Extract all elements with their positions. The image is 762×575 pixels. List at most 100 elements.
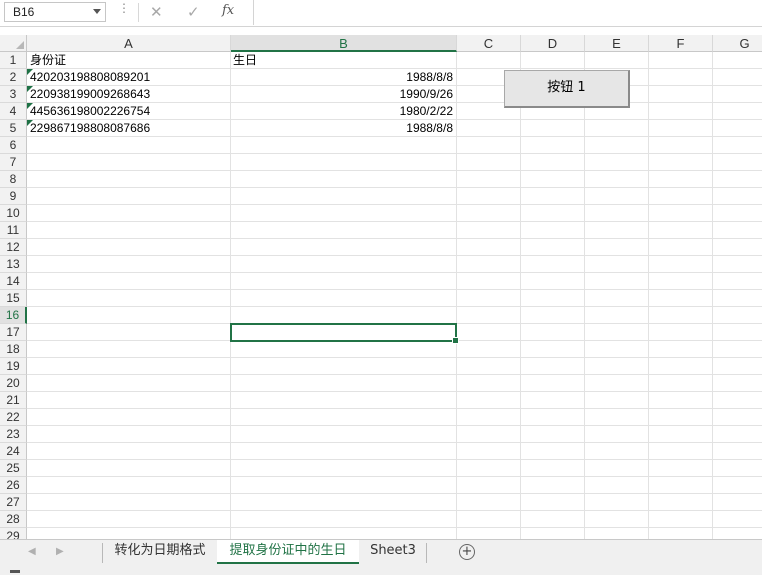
gridline [27,289,762,290]
tab-scroll-left-icon[interactable]: ◀ [28,546,36,557]
error-indicator-icon [27,69,33,75]
row-header[interactable]: 11 [0,222,27,239]
row-header[interactable]: 23 [0,426,27,443]
name-box-value[interactable]: B16 [13,5,34,19]
fx-icon[interactable]: fx [222,3,234,18]
select-all-icon [16,41,24,49]
sheet-tab-extract-birthday[interactable]: 提取身份证中的生日 [217,540,359,564]
row-header[interactable]: 1 [0,52,27,69]
cell-b5[interactable]: 1988/8/8 [230,120,456,137]
cell-b4[interactable]: 1980/2/22 [230,103,456,120]
cell-a3[interactable]: 220938199009268643 [27,86,230,103]
cell-b1[interactable]: 生日 [230,52,456,69]
divider [102,543,103,563]
row-header[interactable]: 28 [0,511,27,528]
gridline [27,493,762,494]
gridline [27,459,762,460]
worksheet-grid: A B C D E F G 1 2 3 4 5 6 7 8 9 10 11 12… [0,35,762,539]
select-all-button[interactable] [0,35,27,52]
column-header-a[interactable]: A [27,35,231,52]
divider [138,3,139,22]
gridline [27,187,762,188]
row-header[interactable]: 13 [0,256,27,273]
cell-a5[interactable]: 229867198808087686 [27,120,230,137]
sheet-tab-sheet3[interactable]: Sheet3 [361,540,425,564]
fill-handle[interactable] [452,337,459,344]
row-header[interactable]: 5 [0,120,27,137]
gridline [584,52,585,539]
form-button-1[interactable]: 按钮 1 [504,70,630,108]
column-header-c[interactable]: C [457,35,521,52]
gridline [712,52,713,539]
row-header[interactable]: 20 [0,375,27,392]
column-header-g[interactable]: G [713,35,762,52]
plus-circle-icon[interactable]: + [459,544,475,560]
row-header[interactable]: 14 [0,273,27,290]
column-header-e[interactable]: E [585,35,649,52]
error-indicator-icon [27,120,33,126]
name-box[interactable]: B16 [4,2,106,22]
gridline [27,306,762,307]
gridline [27,408,762,409]
gridline [456,52,457,539]
formula-bar: B16 ⋮ ✕ ✓ fx [0,0,762,27]
row-header[interactable]: 22 [0,409,27,426]
cell-b2[interactable]: 1988/8/8 [230,69,456,86]
row-header[interactable]: 19 [0,358,27,375]
sheet-tabs-bar: ◀ ▶ 转化为日期格式 提取身份证中的生日 Sheet3 + [0,539,762,568]
cell-area[interactable]: 身份证 生日 420203198808089201 1988/8/8 22093… [27,52,762,539]
row-header[interactable]: 27 [0,494,27,511]
cell-a4[interactable]: 445636198002226754 [27,103,230,120]
cell-b3[interactable]: 1990/9/26 [230,86,456,103]
row-header[interactable]: 8 [0,171,27,188]
column-header-f[interactable]: F [649,35,713,52]
column-headers: A B C D E F G [27,35,762,52]
column-header-b[interactable]: B [231,35,457,52]
gridline [520,52,521,539]
row-header[interactable]: 6 [0,137,27,154]
formula-input[interactable] [253,0,762,25]
gridline [27,221,762,222]
row-header[interactable]: 21 [0,392,27,409]
error-indicator-icon [27,103,33,109]
gridline [648,52,649,539]
error-indicator-icon [27,86,33,92]
gridline [27,357,762,358]
gridline [27,204,762,205]
row-header-selected[interactable]: 16 [0,307,27,324]
more-vertical-icon[interactable]: ⋮ [118,2,130,14]
row-header[interactable]: 7 [0,154,27,171]
row-header[interactable]: 26 [0,477,27,494]
row-header[interactable]: 25 [0,460,27,477]
gridline [27,255,762,256]
chevron-down-icon[interactable] [93,9,101,14]
row-header[interactable]: 15 [0,290,27,307]
tab-scroll-right-icon[interactable]: ▶ [56,546,64,557]
status-bar [0,567,762,575]
active-cell-b16[interactable] [230,323,459,344]
cell-a1[interactable]: 身份证 [27,52,230,69]
sheet-tab-date-format[interactable]: 转化为日期格式 [104,540,216,564]
divider [426,543,427,563]
row-header[interactable]: 4 [0,103,27,120]
gridline [27,391,762,392]
gridline [27,425,762,426]
row-header[interactable]: 9 [0,188,27,205]
check-icon[interactable]: ✓ [187,3,200,21]
cell-a2[interactable]: 420203198808089201 [27,69,230,86]
row-header[interactable]: 29 [0,528,27,539]
gridline [27,272,762,273]
row-header[interactable]: 3 [0,86,27,103]
row-header[interactable]: 24 [0,443,27,460]
row-header[interactable]: 12 [0,239,27,256]
row-header[interactable]: 2 [0,69,27,86]
gridline [27,442,762,443]
gridline [27,510,762,511]
gridline [27,238,762,239]
row-header[interactable]: 17 [0,324,27,341]
close-icon[interactable]: ✕ [150,3,163,21]
row-header[interactable]: 10 [0,205,27,222]
gridline [27,374,762,375]
column-header-d[interactable]: D [521,35,585,52]
row-header[interactable]: 18 [0,341,27,358]
